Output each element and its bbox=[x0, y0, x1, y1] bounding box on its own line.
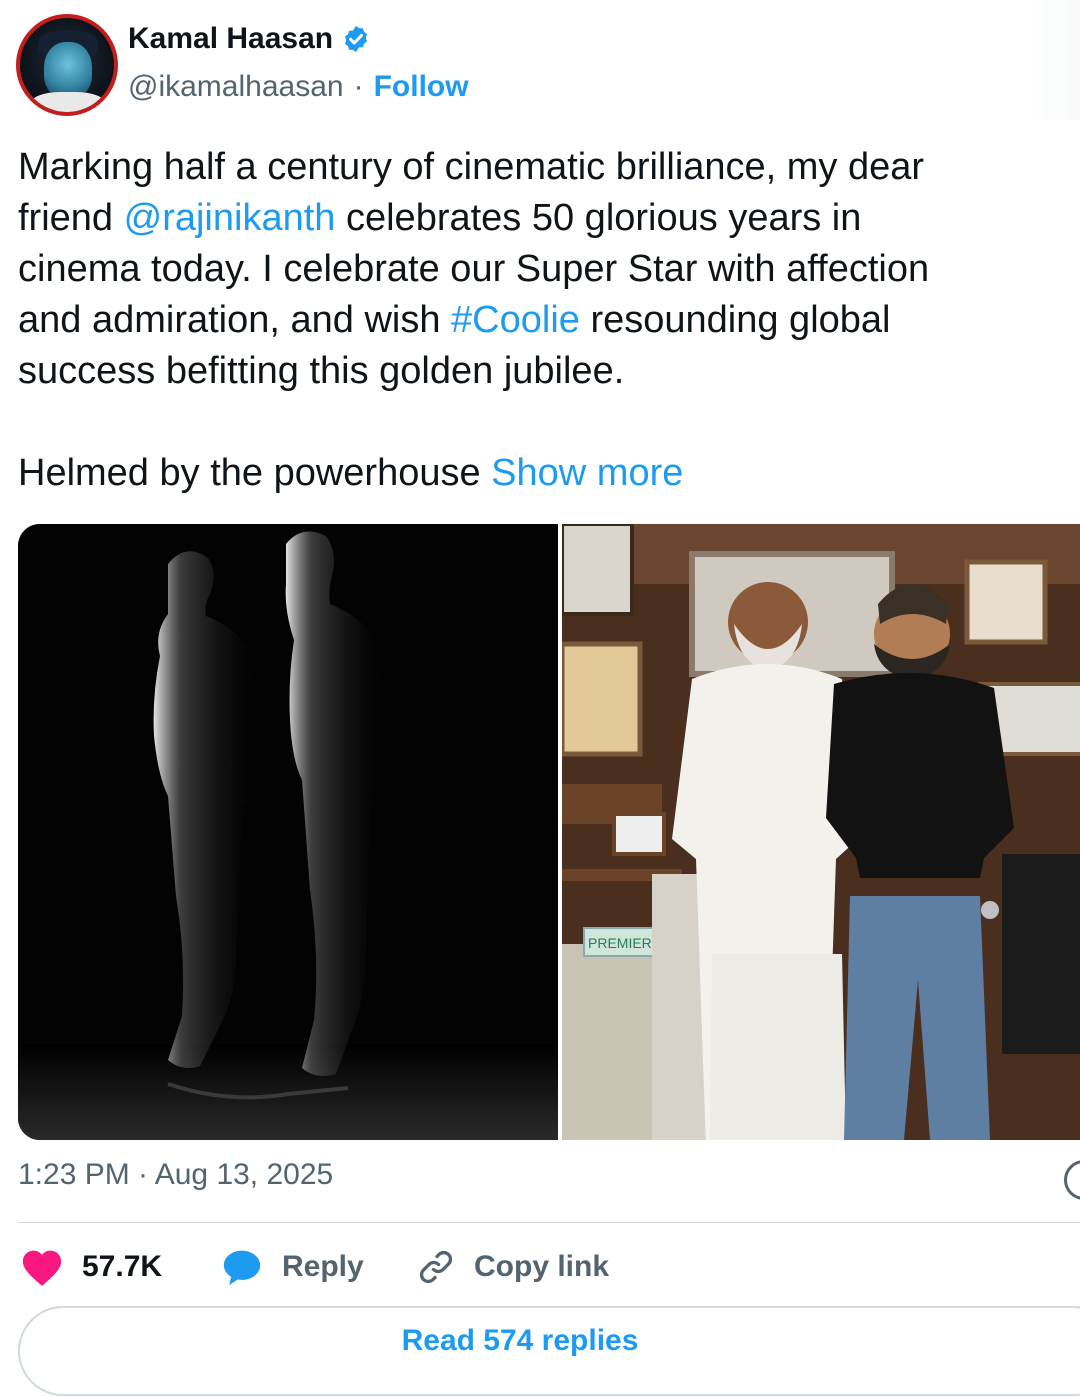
avatar-collar bbox=[30, 92, 106, 112]
tweet-line-1: Marking half a century of cinematic bril… bbox=[18, 146, 925, 188]
tweet-line-4-pre: and admiration, and wish bbox=[18, 299, 452, 341]
handle-row: @ikamalhaasan · Follow bbox=[128, 70, 469, 104]
copy-link-label: Copy link bbox=[474, 1250, 610, 1283]
tweet-line-3: cinema today. I celebrate our Super Star… bbox=[18, 248, 930, 290]
author-handle[interactable]: @ikamalhaasan bbox=[128, 70, 344, 104]
tweet-line-4-post: resounding global bbox=[579, 299, 891, 341]
read-replies-label: Read 574 replies bbox=[401, 1324, 639, 1357]
reply-bubble-icon bbox=[223, 1250, 261, 1286]
media-grid: PREMIER bbox=[18, 524, 1080, 1140]
action-bar: 57.7K Reply Copy link bbox=[20, 1244, 609, 1290]
photo-silhouettes[interactable] bbox=[18, 524, 558, 1140]
photo-two-men[interactable]: PREMIER bbox=[561, 524, 1080, 1140]
verified-badge-icon bbox=[345, 25, 368, 53]
handle-separator: · bbox=[353, 70, 364, 103]
read-replies-button[interactable]: Read 574 replies bbox=[18, 1306, 1080, 1396]
tweet-timestamp[interactable]: 1:23 PM · Aug 13, 2025 bbox=[18, 1158, 333, 1192]
tweet-line-6-pre: Helmed by the powerhouse bbox=[18, 452, 492, 494]
hashtag-link[interactable]: #Coolie bbox=[451, 299, 580, 341]
tweet-text: Marking half a century of cinematic bril… bbox=[18, 142, 1068, 499]
link-icon bbox=[419, 1250, 453, 1284]
tweet-line-2-pre: friend bbox=[18, 197, 124, 239]
info-icon[interactable] bbox=[1064, 1160, 1080, 1200]
copy-link-button[interactable]: Copy link bbox=[416, 1247, 609, 1287]
show-more-link[interactable]: Show more bbox=[491, 452, 683, 494]
tweet-header: Kamal Haasan @ikamalhaasan · Follow bbox=[16, 14, 1056, 118]
divider bbox=[18, 1222, 1080, 1223]
follow-button[interactable]: Follow bbox=[374, 70, 469, 104]
two-men-illustration: PREMIER bbox=[561, 524, 1080, 1140]
heart-icon bbox=[22, 1250, 62, 1286]
mention-link[interactable]: @rajinikanth bbox=[124, 197, 336, 239]
avatar-face bbox=[44, 42, 92, 98]
name-row: Kamal Haasan bbox=[128, 22, 371, 56]
like-count: 57.7K bbox=[82, 1250, 163, 1283]
premier-box-label: PREMIER bbox=[588, 935, 652, 951]
reply-button[interactable]: Reply bbox=[220, 1247, 416, 1287]
tweet-line-2-post: celebrates 50 glorious years in bbox=[335, 197, 862, 239]
tweet-line-5: success befitting this golden jubilee. bbox=[18, 350, 625, 392]
author-name[interactable]: Kamal Haasan bbox=[128, 22, 333, 56]
like-button[interactable]: 57.7K bbox=[20, 1247, 220, 1287]
avatar[interactable] bbox=[16, 14, 118, 116]
silhouettes-illustration bbox=[18, 524, 558, 1140]
reply-label: Reply bbox=[282, 1250, 364, 1283]
